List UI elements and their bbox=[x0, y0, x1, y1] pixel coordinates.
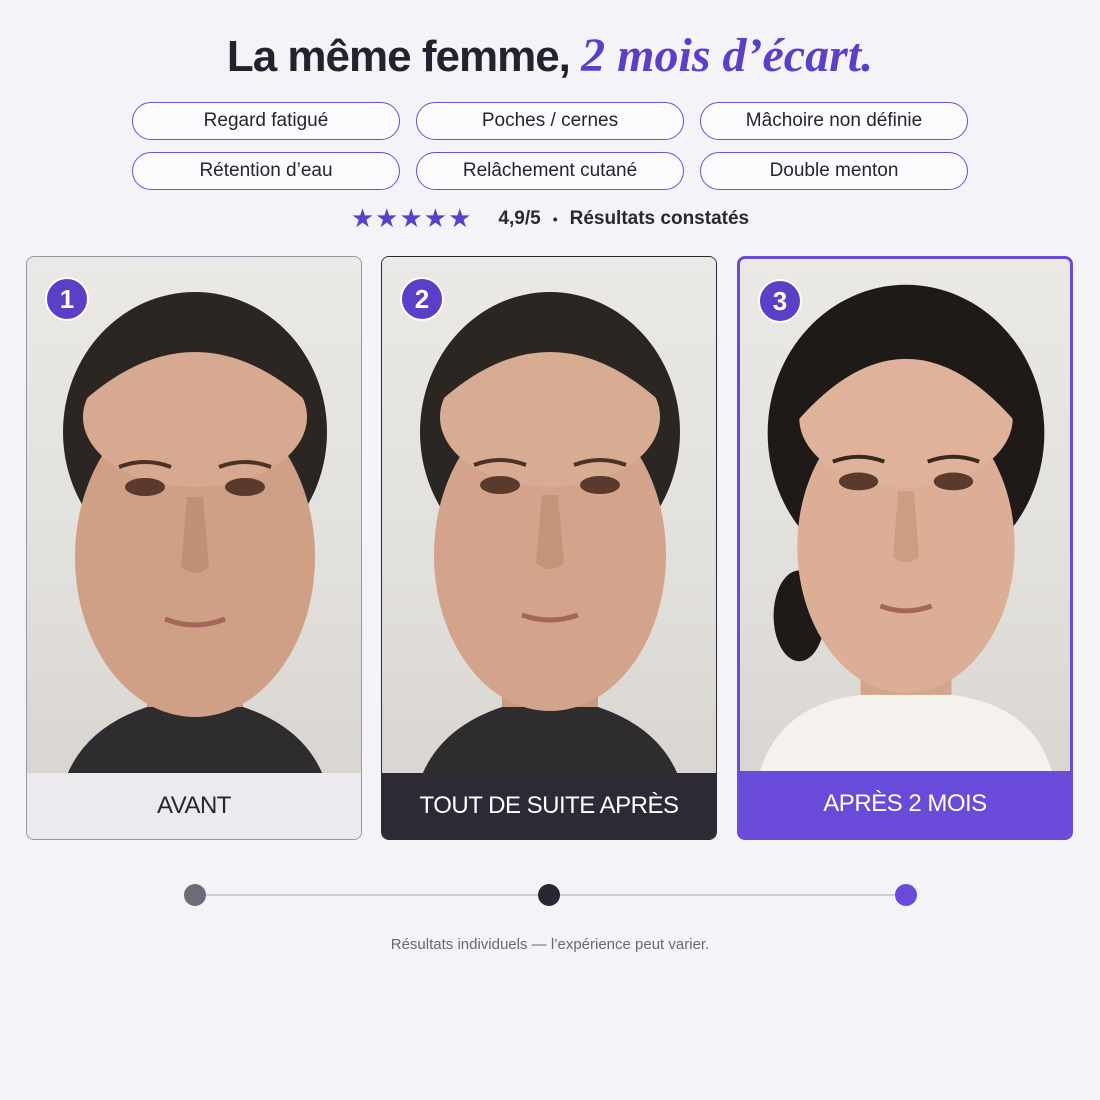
concern-pill: Double menton bbox=[700, 152, 968, 190]
rating-text: Résultats constatés bbox=[569, 207, 750, 229]
before-photo bbox=[27, 257, 361, 775]
headline: La même femme, 2 mois d’écart. bbox=[0, 28, 1100, 83]
concern-pill: Regard fatigué bbox=[132, 102, 400, 140]
concern-pill: Relâchement cutané bbox=[416, 152, 684, 190]
card-before: 1 AVANT bbox=[26, 256, 362, 840]
rating-score: 4,9/5 bbox=[498, 207, 541, 229]
timeline-dot-before bbox=[184, 884, 206, 906]
timeline-dot-right-after bbox=[538, 884, 560, 906]
disclaimer: Résultats individuels — l’expérience peu… bbox=[390, 936, 710, 953]
step-badge-2: 2 bbox=[400, 277, 444, 321]
rating-separator: • bbox=[552, 210, 558, 227]
concern-pill: Rétention d’eau bbox=[132, 152, 400, 190]
face-portrait-icon bbox=[759, 284, 1053, 773]
progress-timeline bbox=[184, 884, 917, 906]
card-label-after-2-months: APRÈS 2 MOIS bbox=[740, 771, 1070, 837]
timeline-dot-after-2-months bbox=[895, 884, 917, 906]
step-badge-1: 1 bbox=[45, 277, 89, 321]
headline-main: La même femme, bbox=[226, 32, 571, 81]
concern-pill: Mâchoire non définie bbox=[700, 102, 968, 140]
star-icons: ★★★★★ bbox=[350, 203, 473, 233]
face-portrait-icon bbox=[63, 292, 327, 775]
headline-accent: 2 mois d’écart. bbox=[581, 29, 874, 82]
card-right-after: 2 TOUT DE SUITE APRÈS bbox=[381, 256, 717, 840]
rating: ★★★★★ 4,9/5 • Résultats constatés bbox=[0, 203, 1100, 234]
right-after-photo bbox=[382, 257, 716, 775]
card-label-right-after: TOUT DE SUITE APRÈS bbox=[382, 773, 716, 839]
card-after-2-months: 3 APRÈS 2 MOIS bbox=[737, 256, 1073, 840]
step-badge-3: 3 bbox=[758, 279, 802, 323]
after-2-months-photo bbox=[740, 259, 1070, 777]
face-portrait-icon bbox=[420, 292, 680, 775]
card-label-before: AVANT bbox=[27, 773, 361, 839]
concern-pills: Regard fatigué Poches / cernes Mâchoire … bbox=[132, 102, 970, 190]
concern-pill: Poches / cernes bbox=[416, 102, 684, 140]
